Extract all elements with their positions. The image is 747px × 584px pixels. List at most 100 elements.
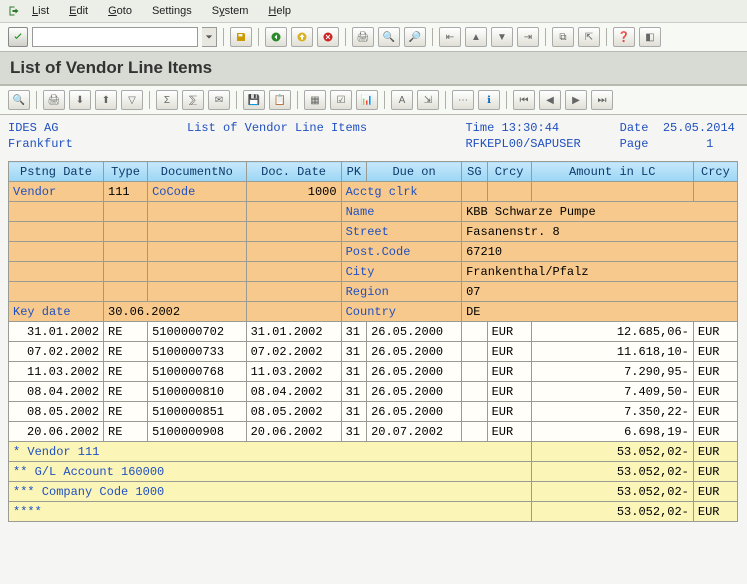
command-dropdown[interactable] [202,27,217,47]
new-session-icon[interactable]: ⧉ [552,27,574,47]
cocode-lbl: CoCode [148,182,247,202]
command-field[interactable] [32,27,198,47]
rh-page: 1 [706,137,713,151]
total-row: * Vendor 11153.052,02-EUR [9,442,738,462]
vendor-row: Vendor 111 CoCode 1000 Acctg clrk [9,182,738,202]
menu-list[interactable]: List [24,3,57,19]
sort-desc-icon[interactable]: ⬆ [95,90,117,110]
cocode-val: 1000 [246,182,341,202]
total-row: *** Company Code 100053.052,02-EUR [9,482,738,502]
find-next-icon[interactable]: 🔎 [404,27,426,47]
menu-help[interactable]: Help [260,3,299,19]
table-row[interactable]: 31.01.2002RE510000070231.01.20023126.05.… [9,322,738,342]
shortcut-icon[interactable]: ⇱ [578,27,600,47]
vendor-region-row: Region 07 [9,282,738,302]
line-items-table: Pstng Date Type DocumentNo Doc. Date PK … [8,161,738,522]
enter-button[interactable] [8,27,28,47]
nav-first-icon[interactable]: ⏮ [513,90,535,110]
keydate-row: Key date 30.06.2002 Country DE [9,302,738,322]
rh-date-lbl: Date [620,121,649,135]
more-icon[interactable]: ⋯ [452,90,474,110]
col-pk: PK [341,162,366,182]
save-icon[interactable] [230,27,252,47]
total-icon[interactable]: Σ [156,90,178,110]
report-body: IDES AG List of Vendor Line Items Time 1… [0,115,747,542]
keydate-val: 30.06.2002 [104,302,247,322]
rh-page-lbl: Page [620,137,649,151]
nav-next-icon[interactable]: ▶ [565,90,587,110]
sort-asc-icon[interactable]: ⬇ [69,90,91,110]
nav-prev-icon[interactable]: ◀ [539,90,561,110]
report-header-1: IDES AG List of Vendor Line Items Time 1… [8,121,739,135]
rh-title: List of Vendor Line Items [187,121,465,135]
selections-icon[interactable]: ☑ [330,90,352,110]
vendor-lbl: Vendor [9,182,104,202]
first-page-icon[interactable]: ⇤ [439,27,461,47]
find-icon[interactable]: 🔍 [378,27,400,47]
vendor-name-row: Name KBB Schwarze Pumpe [9,202,738,222]
menu-settings[interactable]: Settings [144,3,200,19]
header-row: Pstng Date Type DocumentNo Doc. Date PK … [9,162,738,182]
rh-company: IDES AG [8,121,187,135]
app-toolbar: 🔍 🖨 ⬇ ⬆ ▽ Σ ⅀ ✉ 💾 📋 ▦ ☑ 📊 A ⇲ ⋯ ℹ ⏮ ◀ ▶ … [0,86,747,115]
col-crcy: Crcy [487,162,531,182]
last-page-icon[interactable]: ⇥ [517,27,539,47]
help-icon[interactable]: ❓ [613,27,635,47]
keydate-lbl: Key date [9,302,104,322]
rh-city: Frankfurt [8,137,187,151]
email-icon[interactable]: ✉ [208,90,230,110]
back-icon[interactable] [265,27,287,47]
total-row: ****53.052,02-EUR [9,502,738,522]
table-row[interactable]: 20.06.2002RE510000090820.06.20023120.07.… [9,422,738,442]
post-lbl: Post.Code [341,242,462,262]
menu-edit[interactable]: Edit [61,3,96,19]
rh-date: 25.05.2014 [663,121,735,135]
table-row[interactable]: 08.05.2002RE510000085108.05.20023126.05.… [9,402,738,422]
table-row[interactable]: 08.04.2002RE510000081008.04.20023126.05.… [9,382,738,402]
page-title: List of Vendor Line Items [0,52,747,86]
menubar: List Edit Goto Settings System Help [0,0,747,23]
select-layout-icon[interactable]: 📋 [269,90,291,110]
subtotal-icon[interactable]: ⅀ [182,90,204,110]
table-row[interactable]: 07.02.2002RE510000073307.02.20023126.05.… [9,342,738,362]
print2-icon[interactable]: 🖨 [43,90,65,110]
nav-last-icon[interactable]: ⏭ [591,90,613,110]
next-page-icon[interactable]: ▼ [491,27,513,47]
std-toolbar: 🖨 🔍 🔎 ⇤ ▲ ▼ ⇥ ⧉ ⇱ ❓ ◧ [0,23,747,52]
table-row[interactable]: 11.03.2002RE510000076811.03.20023126.05.… [9,362,738,382]
name-lbl: Name [341,202,462,222]
columns-icon[interactable]: ▦ [304,90,326,110]
city-val: Frankenthal/Pfalz [462,262,738,282]
country-lbl: Country [341,302,462,322]
city-lbl: City [341,262,462,282]
col-docno: DocumentNo [148,162,247,182]
details-icon[interactable]: 🔍 [8,90,30,110]
cancel-icon[interactable] [317,27,339,47]
col-due: Due on [367,162,462,182]
col-crcy2: Crcy [693,162,737,182]
vendor-post-row: Post.Code 67210 [9,242,738,262]
rh-time-lbl: Time [465,121,494,135]
exit-icon[interactable] [8,5,20,17]
col-sg: SG [462,162,487,182]
col-type: Type [104,162,148,182]
country-val: DE [462,302,738,322]
print-icon[interactable]: 🖨 [352,27,374,47]
total-row: ** G/L Account 16000053.052,02-EUR [9,462,738,482]
menu-goto[interactable]: Goto [100,3,140,19]
info-icon[interactable]: ℹ [478,90,500,110]
save-layout-icon[interactable]: 💾 [243,90,265,110]
abc-icon[interactable]: A [391,90,413,110]
menu-system[interactable]: System [204,3,257,19]
region-lbl: Region [341,282,462,302]
col-amt: Amount in LC [531,162,693,182]
street-lbl: Street [341,222,462,242]
filter-icon[interactable]: ▽ [121,90,143,110]
exit-icon-btn[interactable] [291,27,313,47]
graphic-icon[interactable]: 📊 [356,90,378,110]
prev-page-icon[interactable]: ▲ [465,27,487,47]
col-docdate: Doc. Date [246,162,341,182]
layout-icon[interactable]: ◧ [639,27,661,47]
col-pstng: Pstng Date [9,162,104,182]
export-icon[interactable]: ⇲ [417,90,439,110]
